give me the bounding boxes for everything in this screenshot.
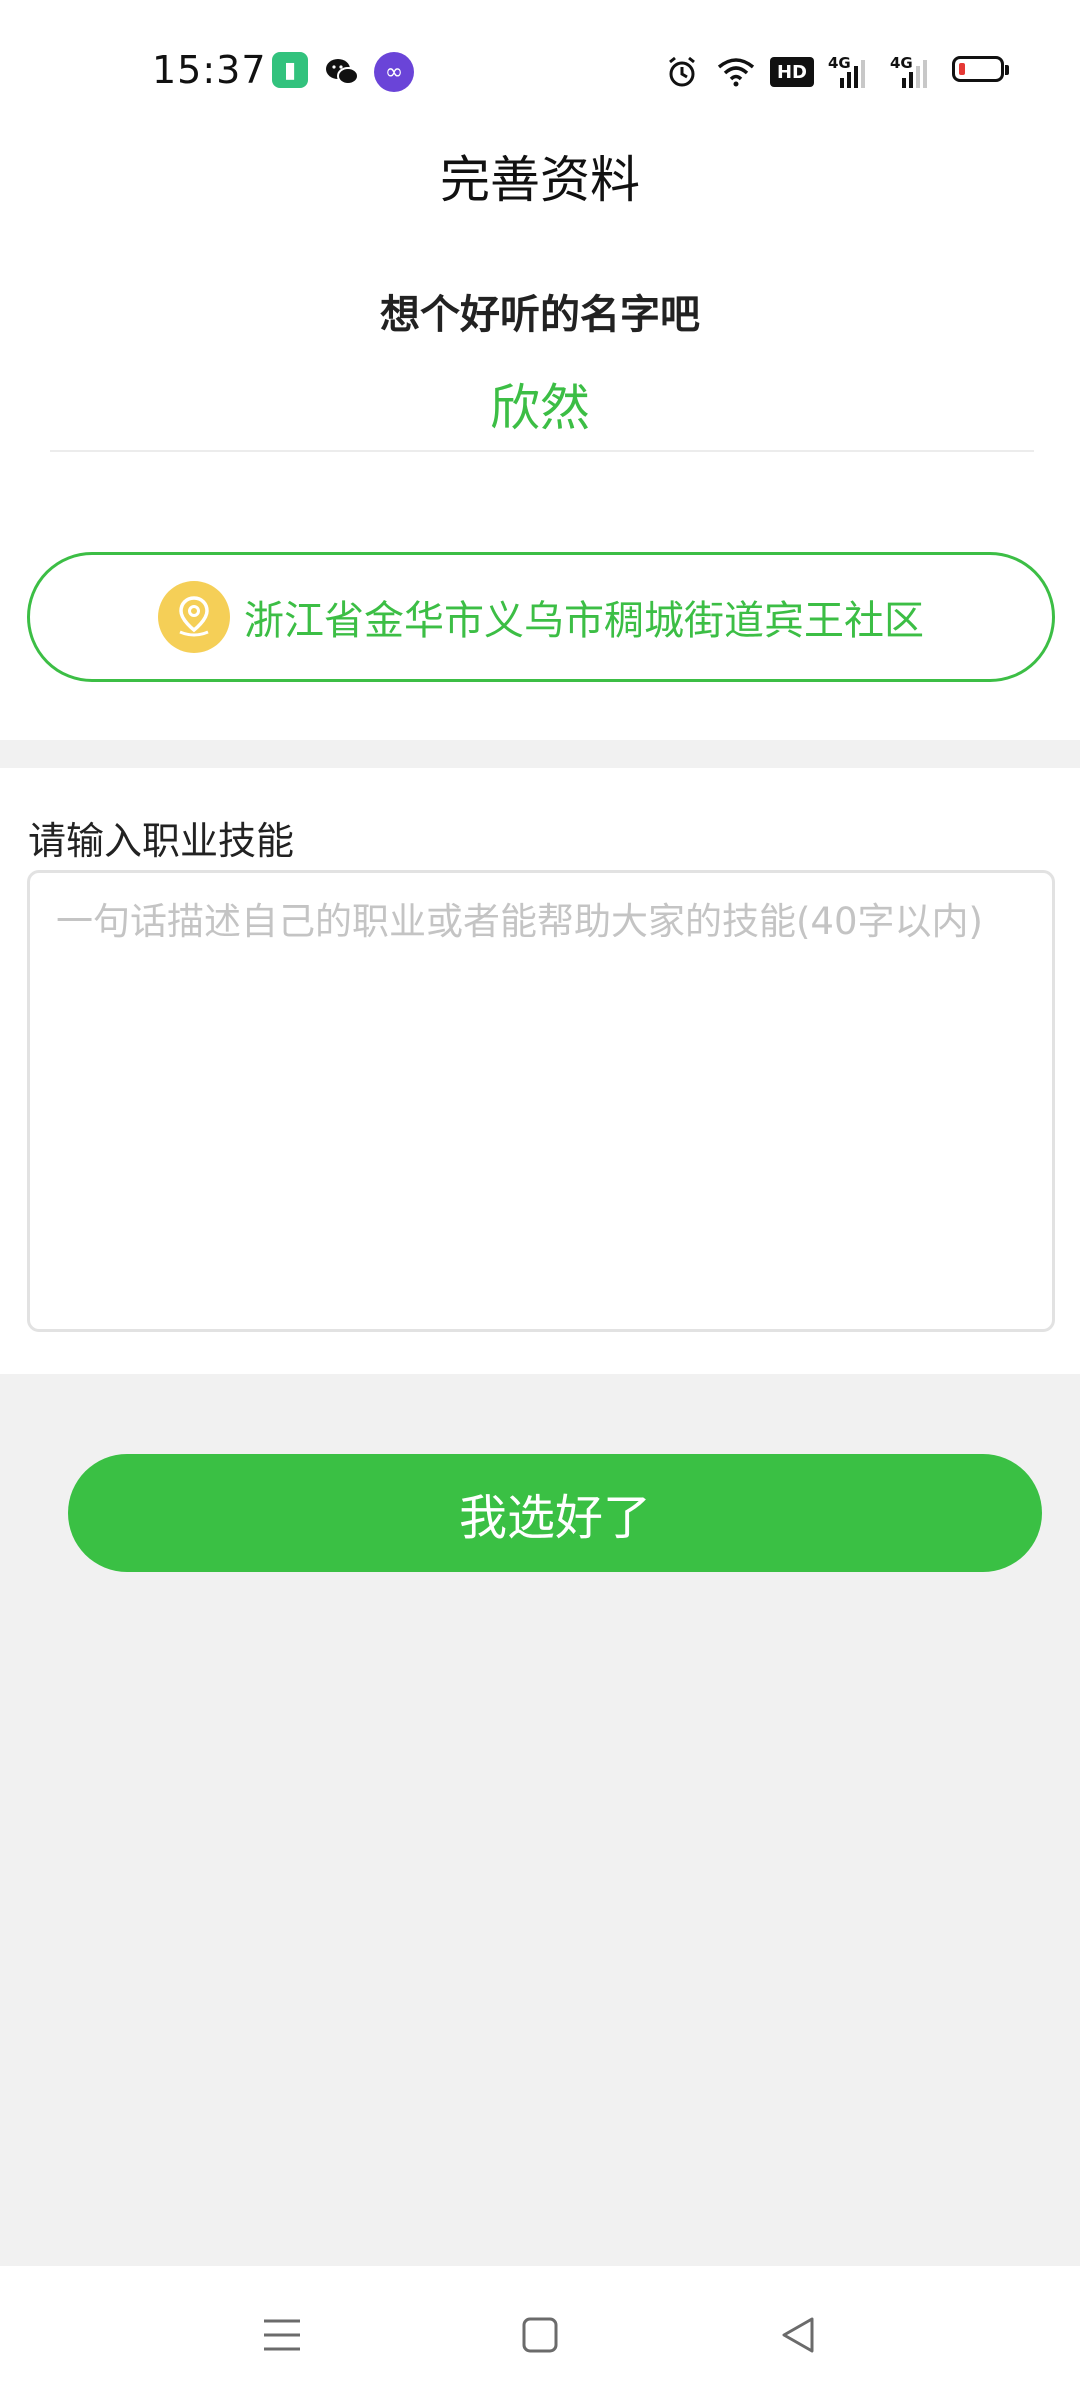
name-field[interactable]: 欣然 — [0, 368, 1080, 440]
location-button[interactable]: 浙江省金华市义乌市稠城街道宾王社区 — [27, 552, 1055, 682]
menu-icon[interactable] — [242, 2300, 322, 2370]
loop-app-icon: ∞ — [374, 52, 414, 92]
hd-icon: HD — [770, 57, 814, 87]
name-prompt: 想个好听的名字吧 — [380, 292, 700, 338]
battery-icon — [952, 56, 1009, 82]
wifi-icon — [716, 52, 756, 92]
battery-app-icon: ▮ — [272, 52, 308, 88]
status-time: 15:37 — [152, 48, 267, 92]
signal-icon: 4G — [890, 54, 932, 88]
skill-label: 请输入职业技能 — [28, 819, 295, 863]
alarm-icon — [664, 52, 700, 92]
home-icon[interactable] — [500, 2300, 580, 2370]
location-pin-icon — [158, 581, 230, 653]
wechat-icon — [322, 52, 362, 92]
skill-input[interactable] — [30, 873, 1052, 1329]
confirm-button[interactable]: 我选好了 — [68, 1454, 1042, 1572]
back-icon[interactable] — [758, 2300, 838, 2370]
divider — [50, 450, 1034, 452]
skill-input-box — [27, 870, 1055, 1332]
signal-icon: 4G — [828, 54, 870, 88]
location-text: 浙江省金华市义乌市稠城街道宾王社区 — [244, 598, 924, 644]
page-title: 完善资料 — [440, 151, 640, 209]
